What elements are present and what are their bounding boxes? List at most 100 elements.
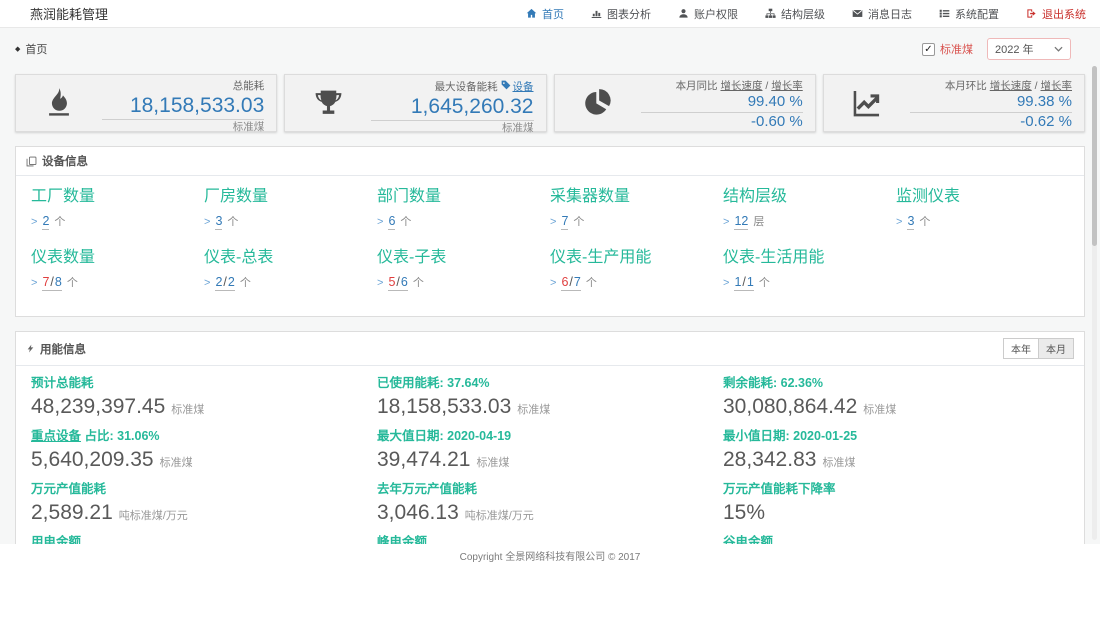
chevron-right-icon: > bbox=[550, 277, 556, 289]
max-device-label: 最大设备能耗 bbox=[435, 81, 498, 93]
this-year-button[interactable]: 本年 bbox=[1003, 338, 1039, 359]
device-stat-workshops-link[interactable]: 3 bbox=[215, 214, 222, 230]
key-equipment-link[interactable]: 重点设备 bbox=[31, 429, 81, 443]
mom-body: 本月环比 增长速度 / 增长率 99.38 % -0.62 % bbox=[910, 75, 1084, 131]
this-month-button[interactable]: 本月 bbox=[1038, 338, 1074, 359]
user-icon bbox=[678, 8, 689, 19]
trophy-icon bbox=[285, 75, 371, 131]
device-stat-production-meters: 仪表-生产用能 >6/7个 bbox=[550, 247, 723, 291]
chevron-right-icon: > bbox=[204, 277, 210, 289]
device-stat-master-meters-link[interactable]: 2/2 bbox=[215, 275, 234, 291]
nav-chart-analysis[interactable]: 图表分析 bbox=[591, 6, 651, 22]
breadcrumb-bullet-icon: ◆ bbox=[15, 46, 20, 53]
device-stat-sub-meters-link[interactable]: 5/6 bbox=[388, 275, 407, 291]
nav-home[interactable]: 首页 bbox=[526, 6, 564, 22]
yoy-label: 本月同比 bbox=[676, 80, 718, 92]
checkbox-check-icon: ✓ bbox=[922, 43, 935, 56]
nav-logout[interactable]: 退出系统 bbox=[1026, 6, 1086, 22]
device-stat-departments-link[interactable]: 6 bbox=[388, 214, 395, 230]
total-energy-card: 总能耗 18,158,533.03 标准煤 bbox=[15, 74, 277, 132]
device-stat-factories-link[interactable]: 2 bbox=[42, 214, 49, 230]
device-info-header: 设备信息 bbox=[16, 147, 1084, 176]
chevron-right-icon: > bbox=[896, 216, 902, 228]
stat-cards-row: 总能耗 18,158,533.03 标准煤 最大设备能耗 设备 1,645,26… bbox=[15, 74, 1085, 132]
device-info-title: 设备信息 bbox=[42, 153, 88, 169]
scrollbar-thumb[interactable] bbox=[1092, 66, 1097, 246]
vertical-scrollbar[interactable] bbox=[1092, 66, 1097, 540]
chevron-right-icon: > bbox=[31, 216, 37, 228]
device-stat-production-meters-link[interactable]: 6/7 bbox=[561, 275, 580, 291]
envelope-icon bbox=[852, 8, 863, 19]
device-stat-monitor-meters-link[interactable]: 3 bbox=[907, 214, 914, 230]
bolt-icon bbox=[26, 343, 35, 354]
nav-structure-hierarchy-label: 结构层级 bbox=[781, 6, 825, 22]
device-stat-workshops: 厂房数量 >3个 bbox=[204, 186, 377, 230]
energy-info-title: 用能信息 bbox=[40, 341, 86, 357]
energy-grid: 预计总能耗 48,239,397.45标准煤 已使用能耗: 37.64% 18,… bbox=[16, 366, 1084, 544]
yoy-speed-value: 99.40 % bbox=[641, 93, 803, 113]
flame-icon bbox=[16, 75, 102, 131]
toolbar: ◆ 首页 ✓ 标准煤 2022 年 bbox=[15, 38, 1085, 60]
breadcrumb: ◆ 首页 bbox=[15, 41, 47, 57]
standard-coal-checkbox[interactable]: ✓ 标准煤 bbox=[922, 41, 973, 57]
device-link-label: 设备 bbox=[513, 81, 534, 94]
device-stat-collectors: 采集器数量 >7个 bbox=[550, 186, 723, 230]
max-device-card: 最大设备能耗 设备 1,645,260.32 标准煤 bbox=[284, 74, 546, 132]
nav-logout-label: 退出系统 bbox=[1042, 6, 1086, 22]
device-stat-meters-link[interactable]: 7/8 bbox=[42, 275, 61, 291]
total-energy-value: 18,158,533.03 bbox=[102, 93, 264, 120]
chevron-right-icon: > bbox=[550, 216, 556, 228]
nav-message-log[interactable]: 消息日志 bbox=[852, 6, 912, 22]
energy-stat-per-10k-output-last-year: 去年万元产值能耗 3,046.13吨标准煤/万元 bbox=[377, 481, 723, 529]
device-stat-sub-meters: 仪表-子表 >5/6个 bbox=[377, 247, 550, 291]
yoy-link-sep: / bbox=[765, 80, 768, 92]
mom-speed-link[interactable]: 增长速度 bbox=[990, 80, 1032, 92]
breadcrumb-label: 首页 bbox=[25, 41, 47, 57]
chevron-right-icon: > bbox=[723, 277, 729, 289]
device-stat-living-meters-link[interactable]: 1/1 bbox=[734, 275, 753, 291]
energy-stat-max-date: 最大值日期: 2020-04-19 39,474.21标准煤 bbox=[377, 428, 723, 476]
total-energy-unit: 标准煤 bbox=[102, 120, 264, 134]
energy-stat-peak-cost: 峰电金额 14,259,753.18元 bbox=[377, 534, 723, 544]
yoy-body: 本月同比 增长速度 / 增长率 99.40 % -0.60 % bbox=[641, 75, 815, 131]
total-energy-body: 总能耗 18,158,533.03 标准煤 bbox=[102, 75, 276, 131]
energy-stat-estimated-total: 预计总能耗 48,239,397.45标准煤 bbox=[31, 375, 377, 423]
app-title: 燕润能耗管理 bbox=[30, 4, 108, 23]
max-device-label-row: 最大设备能耗 设备 bbox=[371, 80, 533, 94]
yoy-rate-value: -0.60 % bbox=[641, 113, 803, 132]
yoy-rate-link[interactable]: 增长率 bbox=[771, 80, 803, 92]
device-stat-meters: 仪表数量 >7/8个 bbox=[31, 247, 204, 291]
max-device-unit: 标准煤 bbox=[371, 121, 533, 135]
energy-stat-electricity-cost: 用电金额 25,786,412.85元 bbox=[31, 534, 377, 544]
mom-card: 本月环比 增长速度 / 增长率 99.38 % -0.62 % bbox=[823, 74, 1085, 132]
device-stat-monitor-meters: 监测仪表 >3个 bbox=[896, 186, 1069, 230]
nav-account-permissions[interactable]: 账户权限 bbox=[678, 6, 738, 22]
max-device-body: 最大设备能耗 设备 1,645,260.32 标准煤 bbox=[371, 75, 545, 131]
footer: Copyright 全景网络科技有限公司 © 2017 bbox=[0, 544, 1100, 562]
bar-chart-icon bbox=[591, 8, 602, 19]
pie-chart-icon bbox=[555, 75, 641, 131]
yoy-card: 本月同比 增长速度 / 增长率 99.40 % -0.60 % bbox=[554, 74, 816, 132]
energy-stat-remaining: 剩余能耗: 62.36% 30,080,864.42标准煤 bbox=[723, 375, 1069, 423]
nav-home-label: 首页 bbox=[542, 6, 564, 22]
nav-chart-analysis-label: 图表分析 bbox=[607, 6, 651, 22]
copyright-text: Copyright 全景网络科技有限公司 © 2017 bbox=[460, 552, 641, 563]
tag-icon bbox=[501, 80, 511, 94]
device-stat-structure-levels-link[interactable]: 12 bbox=[734, 214, 748, 230]
nav-structure-hierarchy[interactable]: 结构层级 bbox=[765, 6, 825, 22]
year-select[interactable]: 2022 年 bbox=[987, 38, 1071, 60]
energy-stat-used: 已使用能耗: 37.64% 18,158,533.03标准煤 bbox=[377, 375, 723, 423]
device-stat-collectors-link[interactable]: 7 bbox=[561, 214, 568, 230]
mom-rate-value: -0.62 % bbox=[910, 113, 1072, 132]
yoy-speed-link[interactable]: 增长速度 bbox=[720, 80, 762, 92]
nav-system-config[interactable]: 系统配置 bbox=[939, 6, 999, 22]
sign-out-icon bbox=[1026, 8, 1037, 19]
yoy-label-row: 本月同比 增长速度 / 增长率 bbox=[641, 80, 803, 93]
energy-stat-key-equipment: 重点设备 占比: 31.06% 5,640,209.35标准煤 bbox=[31, 428, 377, 476]
mom-rate-link[interactable]: 增长率 bbox=[1041, 80, 1073, 92]
device-link[interactable]: 设备 bbox=[501, 80, 534, 94]
chevron-right-icon: > bbox=[31, 277, 37, 289]
energy-stat-min-date: 最小值日期: 2020-01-25 28,342.83标准煤 bbox=[723, 428, 1069, 476]
device-info-panel: 设备信息 工厂数量 >2个 厂房数量 >3个 部门数量 >6个 采集器数量 >7… bbox=[15, 146, 1085, 317]
nav-message-log-label: 消息日志 bbox=[868, 6, 912, 22]
